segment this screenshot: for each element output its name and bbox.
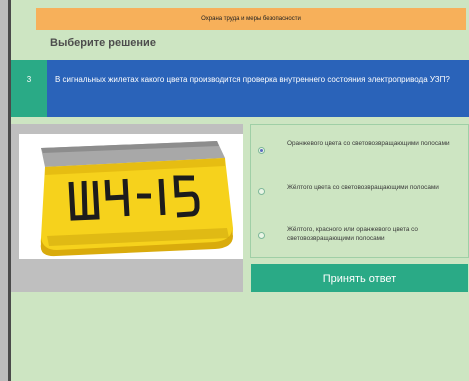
option-2-label[interactable]: Жёлтого цвета со световозвращающими поло…: [287, 183, 463, 192]
option-3-radio[interactable]: [258, 232, 265, 239]
question-text: В сигнальных жилетах какого цвета произв…: [55, 75, 450, 84]
question-image-panel: [11, 124, 243, 292]
signal-vest-image: [40, 141, 234, 257]
question-number: 3: [11, 60, 47, 117]
option-1[interactable]: Оранжевого цвета со световозвращающими п…: [251, 139, 469, 183]
option-3[interactable]: Жёлтого, красного или оранжевого цвета с…: [251, 225, 469, 269]
answer-options: Оранжевого цвета со световозвращающими п…: [250, 124, 469, 258]
option-1-radio[interactable]: [258, 147, 265, 154]
question-row: 3 В сигнальных жилетах какого цвета прои…: [11, 60, 469, 117]
course-header: Охрана труда и меры безопасности: [36, 8, 466, 30]
option-1-label[interactable]: Оранжевого цвета со световозвращающими п…: [287, 139, 463, 148]
option-2[interactable]: Жёлтого цвета со световозвращающими поло…: [251, 183, 469, 227]
course-title: Охрана труда и меры безопасности: [201, 16, 301, 22]
question-box: В сигнальных жилетах какого цвета произв…: [47, 60, 469, 117]
option-3-label[interactable]: Жёлтого, красного или оранжевого цвета с…: [287, 225, 463, 243]
page-title: Выберите решение: [50, 37, 156, 49]
option-2-radio[interactable]: [258, 188, 265, 195]
question-image: [19, 134, 243, 259]
submit-answer-button[interactable]: Принять ответ: [251, 264, 468, 292]
